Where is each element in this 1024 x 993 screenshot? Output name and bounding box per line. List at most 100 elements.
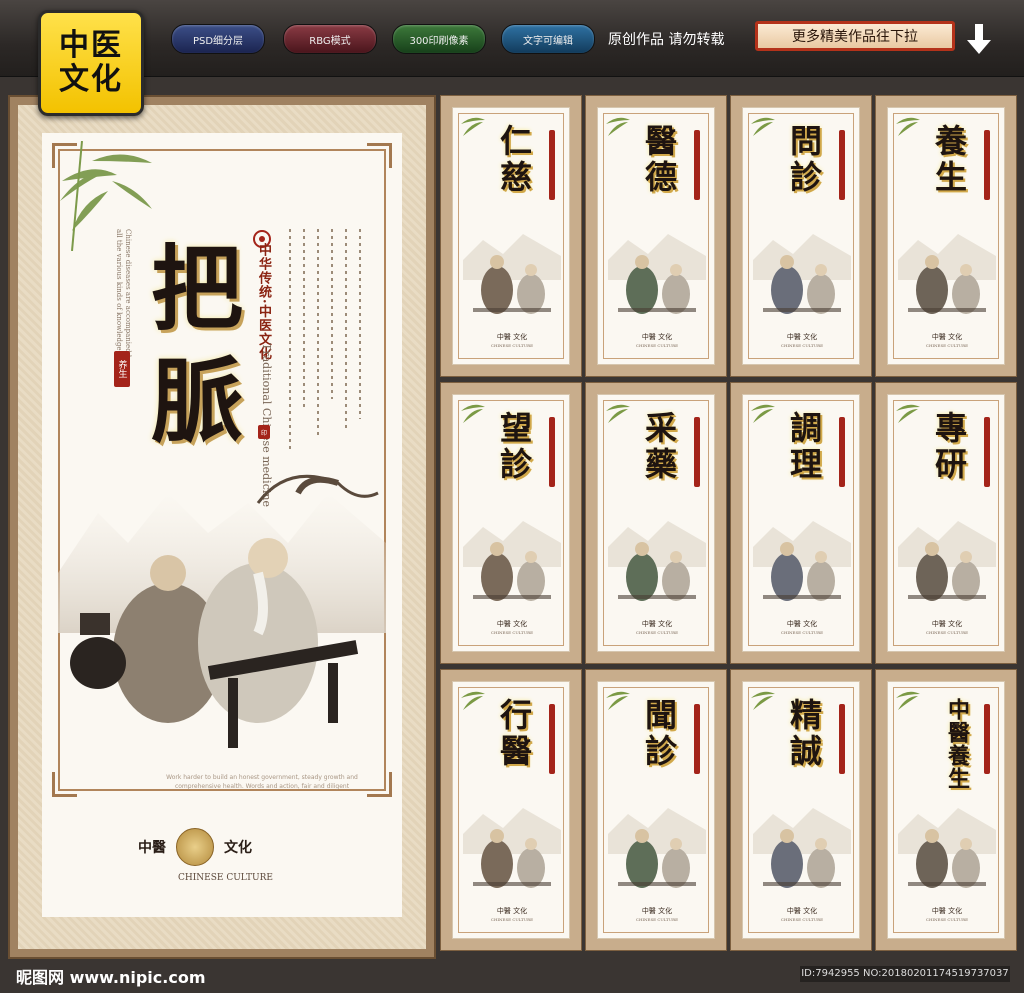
poster-thumbnail[interactable]: 問診 中醫 文化 CHINESE CULTURE	[730, 95, 872, 377]
figure-illustration	[753, 234, 851, 314]
thumbnail-title: 精誠	[785, 698, 823, 770]
poster-thumbnail[interactable]: 聞診 中醫 文化 CHINESE CULTURE	[585, 669, 727, 951]
thumbnail-brand-english: CHINESE CULTURE	[780, 343, 824, 348]
thumbnail-brand: 中醫 文化 CHINESE CULTURE	[598, 332, 716, 348]
poster-thumbnail[interactable]: 中醫養生中醫 文化 CHINESE CULTURE	[875, 669, 1017, 951]
poster-title-char-1: 把	[150, 235, 243, 343]
figure-illustration	[898, 808, 996, 888]
thumbnail-paper: 調理中醫 文化 CHINESE CULTURE	[742, 394, 860, 652]
brand-english: CHINESE CULTURE	[178, 873, 273, 883]
thumbnail-seal	[549, 704, 555, 774]
thumbnail-paper: 行醫 中醫 文化 CHINESE CULTURE	[452, 681, 570, 939]
pulse-diagnosis-illustration	[58, 474, 386, 748]
poster-paper: Chinese diseases are accompanied by all …	[42, 133, 402, 917]
figure-illustration	[753, 521, 851, 601]
thumbnail-brand-english: CHINESE CULTURE	[490, 917, 534, 922]
poster-thumbnail[interactable]: 醫德中醫 文化 CHINESE CULTURE	[585, 95, 727, 377]
figure-illustration	[898, 234, 996, 314]
thumbnail-brand-text: 中醫 文化	[496, 620, 528, 628]
thumbnail-brand-english: CHINESE CULTURE	[780, 630, 824, 635]
figure-illustration	[608, 521, 706, 601]
thumbnail-brand-text: 中醫 文化	[641, 907, 673, 915]
thumbnail-brand: 中醫 文化 CHINESE CULTURE	[888, 332, 1006, 348]
figure-illustration	[463, 808, 561, 888]
thumbnail-brand-english: CHINESE CULTURE	[635, 343, 679, 348]
corner-ornament	[367, 143, 392, 168]
thumbnail-seal	[839, 130, 845, 200]
main-poster[interactable]: Chinese diseases are accompanied by all …	[8, 95, 436, 959]
poster-footnote: Work harder to build an honest governmen…	[166, 774, 358, 790]
thumbnail-brand-english: CHINESE CULTURE	[925, 630, 969, 635]
top-bar: PSD细分层 RBG模式 300印刷像素 文字可编辑 原创作品 请勿转载 更多精…	[0, 0, 1024, 77]
poster-thumbnail[interactable]: 行醫 中醫 文化 CHINESE CULTURE	[440, 669, 582, 951]
thumbnail-brand: 中醫 文化 CHINESE CULTURE	[743, 332, 861, 348]
figure-illustration	[608, 808, 706, 888]
thumbnail-brand-english: CHINESE CULTURE	[635, 630, 679, 635]
down-arrow-icon[interactable]	[964, 22, 994, 56]
poster-thumbnail[interactable]: 調理中醫 文化 CHINESE CULTURE	[730, 382, 872, 664]
thumbnail-brand-english: CHINESE CULTURE	[490, 343, 534, 348]
figure-illustration	[753, 808, 851, 888]
more-works-button[interactable]: 更多精美作品往下拉	[755, 21, 955, 51]
thumbnail-paper: 中醫養生中醫 文化 CHINESE CULTURE	[887, 681, 1005, 939]
thumbnail-brand-text: 中醫 文化	[931, 333, 963, 341]
image-id: ID:7942955 NO:20180201174519737037	[800, 966, 1010, 982]
thumbnail-brand: 中醫 文化 CHINESE CULTURE	[453, 332, 571, 348]
poster-thumbnail[interactable]: 精誠中醫 文化 CHINESE CULTURE	[730, 669, 872, 951]
thumbnail-paper: 問診 中醫 文化 CHINESE CULTURE	[742, 107, 860, 365]
thumbnail-seal	[694, 130, 700, 200]
thumbnail-seal	[984, 130, 990, 200]
thumbnail-brand-text: 中醫 文化	[641, 333, 673, 341]
thumbnail-brand-text: 中醫 文化	[786, 907, 818, 915]
thumbnail-seal	[984, 417, 990, 487]
poster-brand: 中醫 文化	[138, 828, 252, 866]
thumbnail-title: 仁慈	[495, 124, 533, 196]
copyright-notice: 原创作品 请勿转载	[608, 32, 725, 48]
print-resolution-badge: 300印刷像素	[392, 24, 486, 54]
editable-text-badge: 文字可编辑	[501, 24, 595, 54]
thumbnail-brand-text: 中醫 文化	[641, 620, 673, 628]
thumbnail-brand-text: 中醫 文化	[786, 333, 818, 341]
thumbnail-brand-english: CHINESE CULTURE	[780, 917, 824, 922]
thumbnail-brand-text: 中醫 文化	[931, 907, 963, 915]
thumbnail-title: 專研	[930, 411, 968, 483]
poster-thumbnail[interactable]: 專研中醫 文化 CHINESE CULTURE	[875, 382, 1017, 664]
thumbnail-title: 行醫	[495, 698, 533, 770]
thumbnail-brand-english: CHINESE CULTURE	[925, 917, 969, 922]
thumbnail-brand: 中醫 文化 CHINESE CULTURE	[743, 619, 861, 635]
thumbnail-paper: 醫德中醫 文化 CHINESE CULTURE	[597, 107, 715, 365]
thumbnail-title: 調理	[785, 411, 823, 483]
red-seal: 养生	[114, 351, 130, 387]
thumbnail-paper: 望診 中醫 文化 CHINESE CULTURE	[452, 394, 570, 652]
logo-line-2: 文化	[59, 62, 123, 97]
poster-thumbnail[interactable]: 采藥中醫 文化 CHINESE CULTURE	[585, 382, 727, 664]
thumbnail-brand: 中醫 文化 CHINESE CULTURE	[888, 619, 1006, 635]
thumbnail-paper: 精誠中醫 文化 CHINESE CULTURE	[742, 681, 860, 939]
thumbnail-title: 采藥	[640, 411, 678, 483]
thumbnail-paper: 養生中醫 文化 CHINESE CULTURE	[887, 107, 1005, 365]
corner-ornament	[52, 772, 77, 797]
thumbnail-brand-text: 中醫 文化	[496, 333, 528, 341]
thumbnail-title: 養生	[930, 124, 968, 196]
thumbnail-brand-text: 中醫 文化	[931, 620, 963, 628]
thumbnail-paper: 專研中醫 文化 CHINESE CULTURE	[887, 394, 1005, 652]
thumbnail-title: 醫德	[640, 124, 678, 196]
corner-ornament	[367, 772, 392, 797]
logo-line-1: 中医	[59, 28, 123, 63]
poster-thumbnail[interactable]: 養生中醫 文化 CHINESE CULTURE	[875, 95, 1017, 377]
thumbnail-brand-text: 中醫 文化	[786, 620, 818, 628]
poster-title: 把 脈	[142, 233, 252, 457]
thumbnail-seal	[549, 130, 555, 200]
thumbnail-brand-english: CHINESE CULTURE	[925, 343, 969, 348]
rgb-mode-badge: RBG模式	[283, 24, 377, 54]
brand-right-text: 文化	[224, 840, 252, 856]
thumbnail-paper: 采藥中醫 文化 CHINESE CULTURE	[597, 394, 715, 652]
thumbnail-brand: 中醫 文化 CHINESE CULTURE	[743, 906, 861, 922]
thumbnail-title: 望診	[495, 411, 533, 483]
thumbnail-paper: 仁慈中醫 文化 CHINESE CULTURE	[452, 107, 570, 365]
thumbnail-title: 聞診	[640, 698, 678, 770]
thumbnail-seal	[694, 704, 700, 774]
thumbnail-title: 中醫養生	[944, 698, 970, 790]
poster-thumbnail[interactable]: 仁慈中醫 文化 CHINESE CULTURE	[440, 95, 582, 377]
poster-thumbnail[interactable]: 望診 中醫 文化 CHINESE CULTURE	[440, 382, 582, 664]
